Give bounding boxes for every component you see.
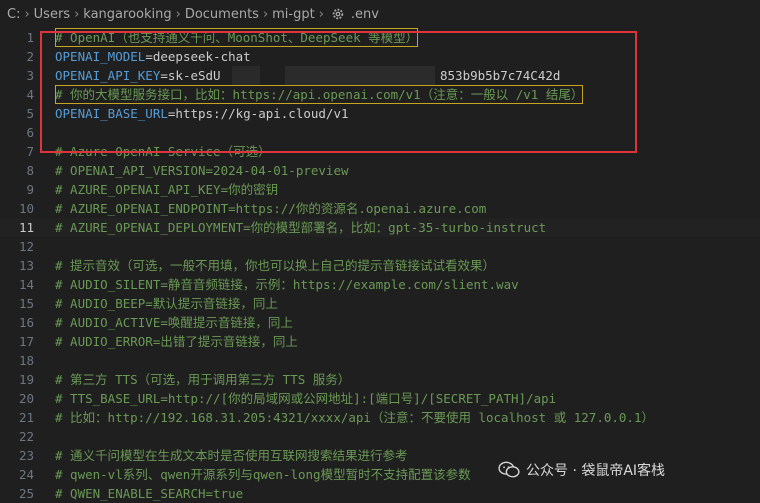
line-number: 1 (26, 30, 34, 45)
line-number: 4 (26, 87, 34, 102)
comment-text: # AUDIO_ERROR=出错了提示音链接，同上 (55, 334, 298, 349)
chevron-right-icon: › (74, 6, 80, 22)
chevron-right-icon: › (24, 6, 30, 22)
chevron-right-icon: › (262, 6, 269, 22)
code-line[interactable]: 12 (0, 237, 760, 256)
code-line[interactable]: 16 # AUDIO_ACTIVE=唤醒提示音链接，同上 (0, 313, 760, 332)
comment-text: # AUDIO_SILENT=静音音频链接，示例：https://example… (55, 277, 519, 292)
code-line[interactable]: 21 # 比如：http://192.168.31.205:4321/xxxx/… (0, 408, 760, 427)
code-line[interactable]: 2 OPENAI_MODEL=deepseek-chat (0, 47, 760, 66)
env-value: sk-eSdU (167, 68, 221, 83)
code-line[interactable]: 15 # AUDIO_BEEP=默认提示音链接，同上 (0, 294, 760, 313)
comment-text: # TTS_BASE_URL=http://[你的局域网或公网地址]:[端口号]… (55, 391, 557, 406)
breadcrumb-drive[interactable]: C: (6, 7, 21, 22)
line-number: 22 (18, 429, 34, 444)
env-entry: OPENAI_API_KEY=sk-eSdU (55, 68, 221, 83)
line-number: 6 (26, 125, 34, 140)
comment-text: # 比如：http://192.168.31.205:4321/xxxx/api… (55, 410, 654, 425)
env-key: OPENAI_API_KEY (55, 68, 161, 83)
line-number: 14 (18, 277, 34, 292)
comment-text: # AUDIO_ACTIVE=唤醒提示音链接，同上 (55, 315, 293, 330)
line-number: 9 (26, 182, 34, 197)
comment-text: # OpenAI（也支持通义千问、MoonShot、DeepSeek 等模型） (55, 28, 419, 47)
breadcrumb-user[interactable]: kangarooking (82, 7, 172, 22)
gear-icon (331, 7, 346, 22)
code-line[interactable]: 5 OPENAI_BASE_URL=https://kg-api.cloud/v… (0, 104, 760, 123)
env-entry: OPENAI_BASE_URL=https://kg-api.cloud/v1 (55, 106, 349, 121)
code-line[interactable]: 4 # 你的大模型服务接口，比如：https://api.openai.com/… (0, 85, 760, 104)
chevron-right-icon: › (318, 6, 324, 22)
line-number: 17 (18, 334, 34, 349)
line-number: 3 (26, 68, 34, 83)
comment-text: # 通义千问模型在生成文本时是否使用互联网搜索结果进行参考 (55, 448, 408, 463)
env-value-tail: 853b9b5b7c74C42d (440, 68, 561, 83)
breadcrumb-documents[interactable]: Documents (184, 7, 260, 22)
line-number: 19 (18, 372, 34, 387)
code-line[interactable]: 20 # TTS_BASE_URL=http://[你的局域网或公网地址]:[端… (0, 389, 760, 408)
code-line[interactable]: 10 # AZURE_OPENAI_ENDPOINT=https://你的资源名… (0, 199, 760, 218)
comment-text: # 提示音效（可选，一般不用填，你也可以换上自己的提示音链接试试看效果） (55, 258, 496, 273)
comment-text: # AZURE_OPENAI_API_KEY=你的密钥 (55, 182, 279, 197)
comment-text: # AZURE_OPENAI_DEPLOYMENT=你的模型部署名，比如：gpt… (55, 220, 547, 235)
code-line[interactable]: 6 (0, 123, 760, 142)
code-line[interactable]: 13 # 提示音效（可选，一般不用填，你也可以换上自己的提示音链接试试看效果） (0, 256, 760, 275)
comment-text: # 第三方 TTS（可选，用于调用第三方 TTS 服务） (55, 372, 351, 387)
chevron-right-icon: › (175, 6, 181, 22)
line-number: 12 (18, 239, 34, 254)
code-line[interactable]: 7 # Azure OpenAI Service（可选） (0, 142, 760, 161)
code-editor[interactable]: 1 # OpenAI（也支持通义千问、MoonShot、DeepSeek 等模型… (0, 28, 760, 501)
line-number: 2 (26, 49, 34, 64)
line-number: 11 (18, 220, 34, 235)
comment-text: # QWEN_ENABLE_SEARCH=true (55, 486, 244, 501)
env-entry: OPENAI_MODEL=deepseek-chat (55, 49, 251, 64)
line-number: 21 (18, 410, 34, 425)
line-number: 16 (18, 315, 34, 330)
comment-text: # OPENAI_API_VERSION=2024-04-01-preview (55, 163, 349, 178)
env-value: https://kg-api.cloud/v1 (175, 106, 349, 121)
code-line[interactable]: 19 # 第三方 TTS（可选，用于调用第三方 TTS 服务） (0, 370, 760, 389)
code-line[interactable]: 1 # OpenAI（也支持通义千问、MoonShot、DeepSeek 等模型… (0, 28, 760, 47)
line-number: 5 (26, 106, 34, 121)
code-line[interactable]: 3 OPENAI_API_KEY=sk-eSdU 853b9b5b7c74C42… (0, 66, 760, 85)
breadcrumb-file[interactable]: .env (350, 7, 380, 22)
comment-text: # 你的大模型服务接口，比如：https://api.openai.com/v1… (55, 85, 584, 104)
code-line[interactable]: 25 # QWEN_ENABLE_SEARCH=true (0, 484, 760, 503)
env-value: deepseek-chat (152, 49, 251, 64)
redaction-block (232, 66, 260, 85)
code-line[interactable]: 17 # AUDIO_ERROR=出错了提示音链接，同上 (0, 332, 760, 351)
comment-text: # AZURE_OPENAI_ENDPOINT=https://你的资源名.op… (55, 201, 487, 216)
line-number: 25 (18, 486, 34, 501)
comment-text: # AUDIO_BEEP=默认提示音链接，同上 (55, 296, 278, 311)
line-number: 10 (18, 201, 34, 216)
line-number: 18 (18, 353, 34, 368)
comment-text: # qwen-vl系列、qwen开源系列与qwen-long模型暂时不支持配置该… (55, 467, 471, 482)
line-number: 7 (26, 144, 34, 159)
code-line[interactable]: 18 (0, 351, 760, 370)
line-number: 8 (26, 163, 34, 178)
line-number: 24 (18, 467, 34, 482)
breadcrumb-project[interactable]: mi-gpt (271, 7, 316, 22)
code-line[interactable]: 8 # OPENAI_API_VERSION=2024-04-01-previe… (0, 161, 760, 180)
env-key: OPENAI_BASE_URL (55, 106, 168, 121)
wechat-icon (498, 461, 520, 478)
code-line[interactable]: 14 # AUDIO_SILENT=静音音频链接，示例：https://exam… (0, 275, 760, 294)
line-number: 13 (18, 258, 34, 273)
env-key: OPENAI_MODEL (55, 49, 146, 64)
watermark-text: 公众号 · 袋鼠帝AI客栈 (526, 463, 666, 479)
line-number: 23 (18, 448, 34, 463)
code-line[interactable]: 9 # AZURE_OPENAI_API_KEY=你的密钥 (0, 180, 760, 199)
breadcrumb: C: › Users › kangarooking › Documents › … (0, 0, 760, 28)
breadcrumb-users[interactable]: Users (33, 7, 71, 22)
redaction-block (285, 66, 435, 85)
line-number: 20 (18, 391, 34, 406)
code-line-active[interactable]: 11 # AZURE_OPENAI_DEPLOYMENT=你的模型部署名，比如：… (0, 218, 760, 237)
watermark: 公众号 · 袋鼠帝AI客栈 (498, 458, 665, 482)
comment-text: # Azure OpenAI Service（可选） (55, 144, 271, 159)
line-number: 15 (18, 296, 34, 311)
code-line[interactable]: 22 (0, 427, 760, 446)
